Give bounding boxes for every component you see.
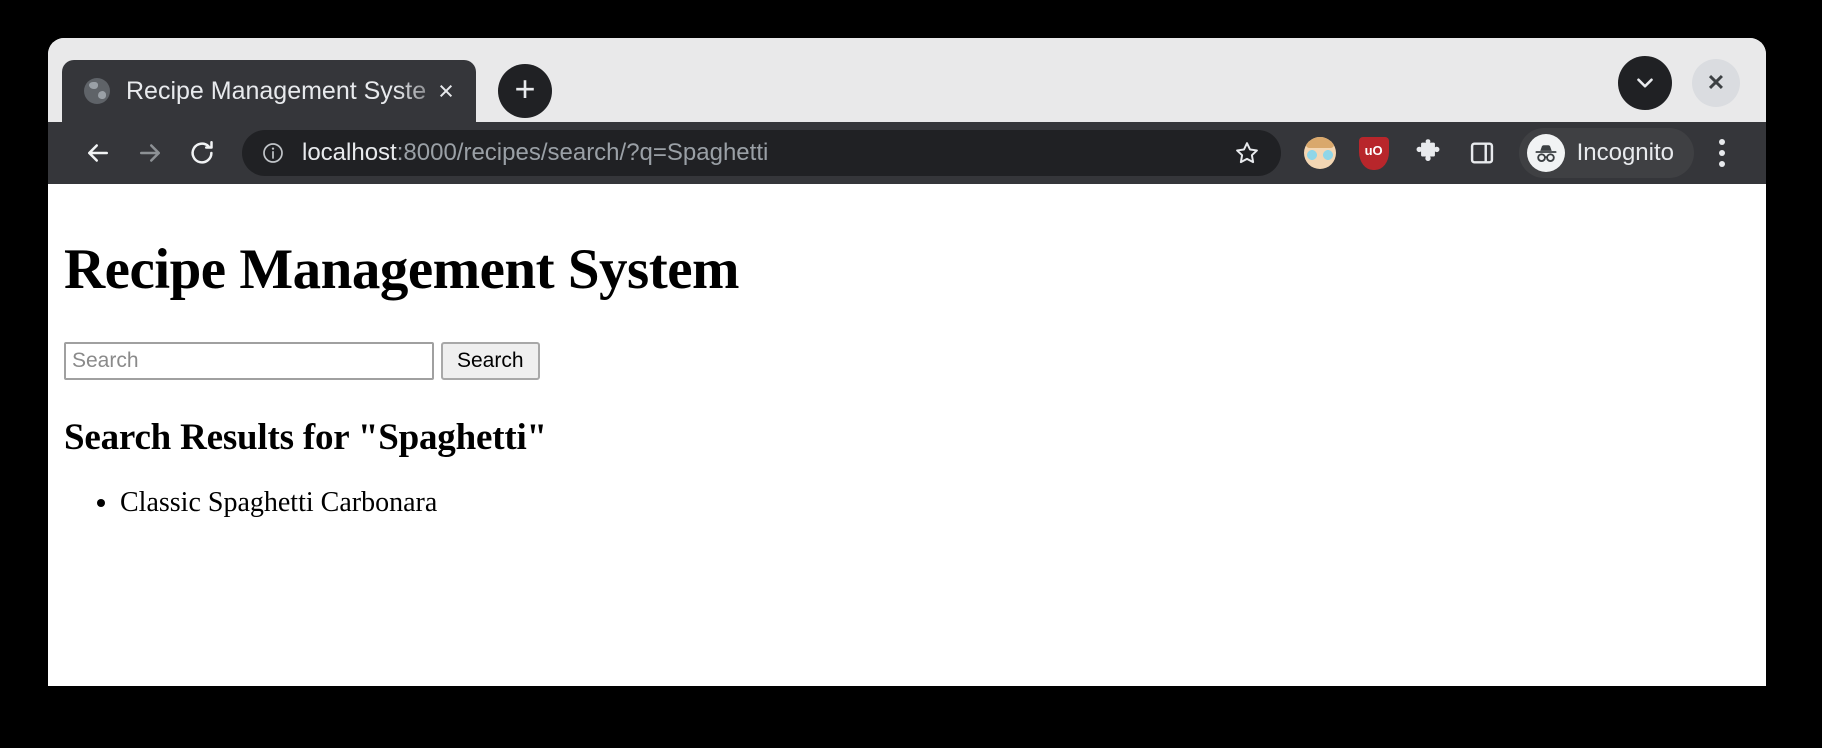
close-icon[interactable]: × [426, 71, 466, 111]
search-submit-button[interactable]: Search [441, 341, 540, 380]
page-title: Recipe Management System [64, 238, 740, 301]
reload-icon[interactable] [176, 127, 228, 179]
info-circle-icon[interactable] [260, 140, 286, 166]
url-path: :8000/recipes/search/?q=Spaghetti [396, 139, 769, 166]
browser-tab[interactable]: Recipe Management Syste × [62, 60, 476, 122]
close-icon[interactable]: ✕ [1692, 59, 1740, 107]
tab-strip: Recipe Management Syste × + ✕ [48, 38, 1766, 122]
incognito-hat-glasses-icon [1526, 134, 1565, 172]
star-icon[interactable] [1225, 131, 1269, 175]
browser-window: Recipe Management Syste × + ✕ localhost:… [48, 38, 1766, 686]
tab-title: Recipe Management Syste [126, 77, 426, 105]
page-content: Recipe Management System Search Search R… [48, 184, 1766, 686]
arrow-right-icon[interactable] [124, 127, 176, 179]
new-tab-button[interactable]: + [498, 64, 552, 118]
side-panel-icon[interactable] [1457, 128, 1507, 178]
incognito-label: Incognito [1576, 139, 1674, 166]
chevron-down-icon[interactable] [1618, 56, 1672, 110]
extension-avatar-icon[interactable] [1295, 128, 1345, 178]
arrow-left-icon[interactable] [72, 127, 124, 179]
search-results-list: Classic Spaghetti Carbonara [64, 485, 1750, 521]
search-results-heading: Search Results for "Spaghetti" [64, 416, 547, 458]
incognito-badge[interactable]: Incognito [1518, 128, 1694, 178]
puzzle-extensions-icon[interactable] [1403, 128, 1453, 178]
browser-toolbar: localhost:8000/recipes/search/?q=Spaghet… [48, 122, 1766, 184]
globe-icon [84, 78, 110, 104]
three-dot-menu-icon[interactable] [1700, 127, 1744, 179]
url-host: localhost [302, 139, 397, 166]
search-input[interactable] [64, 341, 434, 380]
address-bar[interactable]: localhost:8000/recipes/search/?q=Spaghet… [242, 130, 1281, 176]
ublock-origin-icon[interactable]: uO [1349, 128, 1399, 178]
search-form: Search [64, 341, 1750, 380]
window-controls: ✕ [1618, 56, 1740, 110]
url-text: localhost:8000/recipes/search/?q=Spaghet… [302, 139, 1225, 167]
list-item[interactable]: Classic Spaghetti Carbonara [120, 485, 1750, 521]
